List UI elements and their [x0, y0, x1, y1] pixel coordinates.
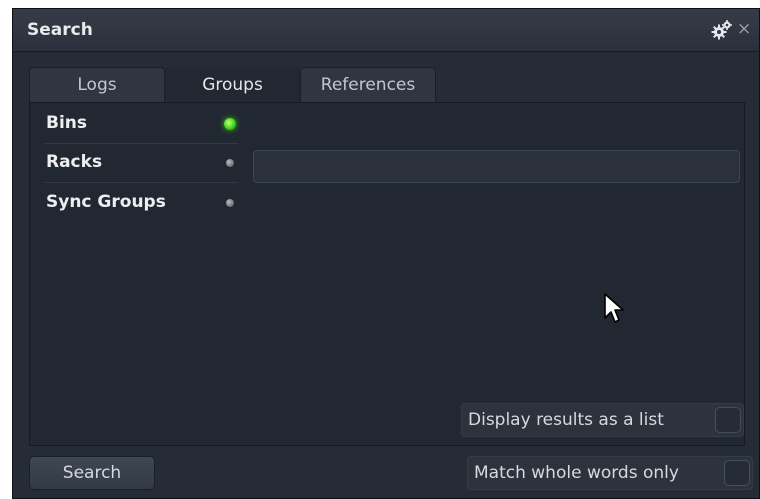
display-results-as-list-checkbox[interactable]: [715, 407, 741, 433]
group-row-sync-groups[interactable]: Sync Groups: [44, 184, 238, 222]
mouse-cursor-icon: [604, 293, 624, 323]
window-title: Search: [27, 20, 93, 40]
close-icon[interactable]: ×: [737, 19, 751, 39]
title-bar: Search ×: [13, 9, 759, 52]
tab-logs[interactable]: Logs: [29, 67, 165, 102]
match-whole-words-label: Match whole words only: [474, 463, 679, 483]
group-label-bins: Bins: [46, 113, 88, 133]
display-results-as-list-option[interactable]: Display results as a list: [461, 403, 744, 437]
bins-enabled-led-icon[interactable]: [224, 118, 236, 130]
display-results-as-list-label: Display results as a list: [468, 410, 664, 430]
group-filter-input[interactable]: [253, 150, 740, 183]
match-whole-words-checkbox[interactable]: [724, 460, 750, 486]
sync-groups-disabled-led-icon[interactable]: [226, 199, 234, 207]
group-row-bins[interactable]: Bins: [44, 105, 238, 144]
tab-groups[interactable]: Groups: [165, 67, 300, 104]
search-window: Search × Logs Groups References Bins Rac…: [12, 8, 760, 499]
racks-disabled-led-icon[interactable]: [226, 159, 234, 167]
group-row-racks[interactable]: Racks: [44, 144, 238, 183]
groups-panel: Bins Racks Sync Groups Display results a…: [29, 102, 745, 446]
search-button[interactable]: Search: [29, 456, 155, 490]
match-whole-words-option[interactable]: Match whole words only: [467, 456, 753, 490]
group-label-racks: Racks: [46, 152, 103, 172]
tab-references[interactable]: References: [300, 67, 436, 102]
gear-icon[interactable]: [711, 19, 733, 41]
group-label-sync-groups: Sync Groups: [46, 192, 166, 212]
